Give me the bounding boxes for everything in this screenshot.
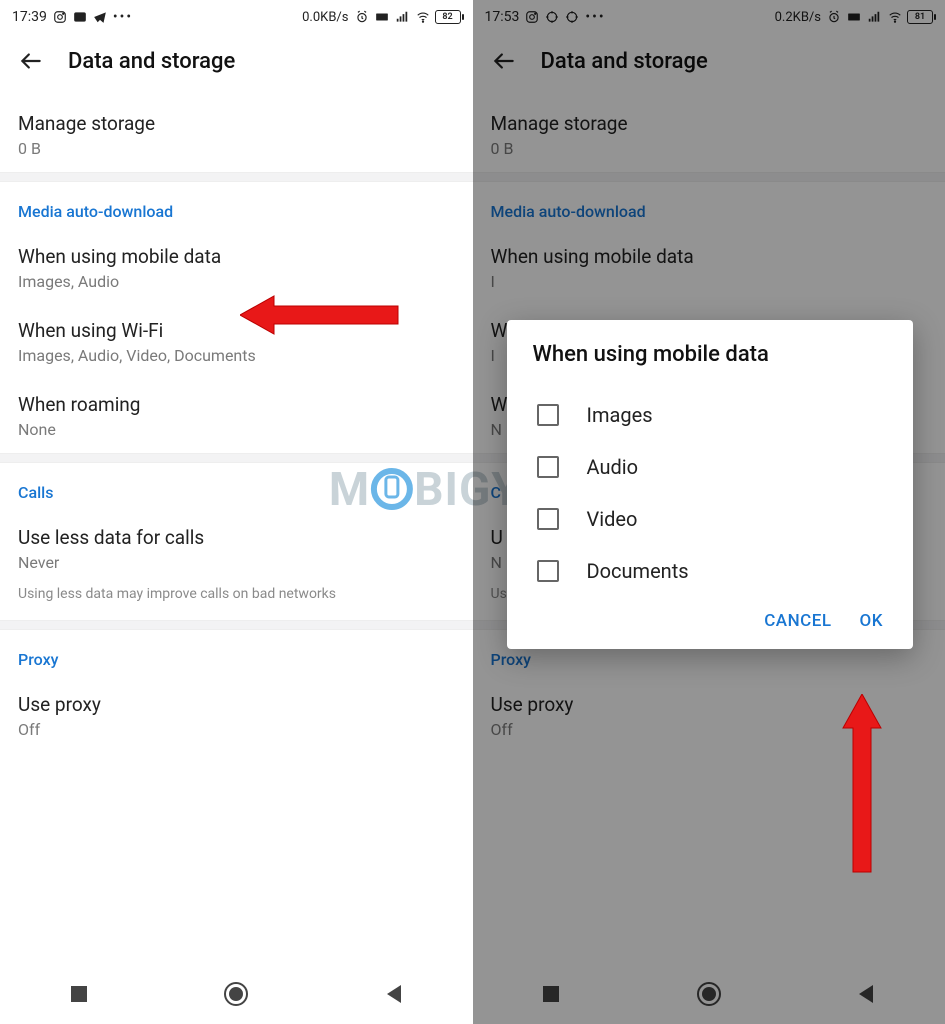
- row-manage-storage[interactable]: Manage storage 0 B: [473, 98, 945, 172]
- volte-icon: [847, 10, 861, 24]
- checkbox[interactable]: [537, 560, 559, 582]
- row-subtitle: None: [18, 420, 455, 439]
- phone-right: 17:53 ••• 0.2KB/s 81 Data and storage Ma…: [473, 0, 945, 1024]
- crosshair-icon: [545, 10, 559, 24]
- status-data: 0.2KB/s: [775, 10, 821, 25]
- nav-back-button[interactable]: [381, 981, 407, 1007]
- row-title: Use proxy: [18, 693, 455, 716]
- row-proxy[interactable]: Use proxy Off: [473, 679, 945, 753]
- wifi-icon: [415, 10, 429, 24]
- row-less-data[interactable]: Use less data for calls Never: [0, 512, 473, 586]
- row-mobile-data[interactable]: When using mobile data I: [473, 231, 945, 305]
- status-bar: 17:53 ••• 0.2KB/s 81: [473, 0, 945, 34]
- hint-text: Using less data may improve calls on bad…: [0, 586, 473, 620]
- dialog-option-video[interactable]: Video: [533, 493, 888, 545]
- more-icon: •••: [113, 9, 133, 25]
- row-title: When using Wi-Fi: [18, 319, 455, 342]
- signal-icon: [867, 10, 881, 24]
- nav-bar: [473, 964, 945, 1024]
- alarm-icon: [355, 10, 369, 24]
- dialog-option-images[interactable]: Images: [533, 389, 888, 441]
- section-calls: Calls: [0, 463, 473, 512]
- option-label: Documents: [587, 559, 689, 583]
- option-label: Audio: [587, 455, 639, 479]
- status-time: 17:53: [485, 9, 520, 25]
- row-proxy[interactable]: Use proxy Off: [0, 679, 473, 753]
- dialog-option-documents[interactable]: Documents: [533, 545, 888, 597]
- section-divider: [0, 172, 473, 182]
- row-subtitle: Off: [18, 720, 455, 739]
- nav-home-button[interactable]: [696, 981, 722, 1007]
- signal-icon: [395, 10, 409, 24]
- nav-recent-button[interactable]: [538, 981, 564, 1007]
- row-subtitle: Images, Audio: [18, 272, 455, 291]
- app-icon: [73, 10, 87, 24]
- phone-left: 17:39 ••• 0.0KB/s 82 Data and storage Ma…: [0, 0, 473, 1024]
- dialog-option-audio[interactable]: Audio: [533, 441, 888, 493]
- row-mobile-data[interactable]: When using mobile data Images, Audio: [0, 231, 473, 305]
- section-divider: [0, 620, 473, 630]
- instagram-icon: [525, 10, 539, 24]
- checkbox[interactable]: [537, 456, 559, 478]
- row-subtitle: Images, Audio, Video, Documents: [18, 346, 455, 365]
- alarm-icon: [827, 10, 841, 24]
- dialog-title: When using mobile data: [533, 342, 888, 367]
- checkbox[interactable]: [537, 404, 559, 426]
- option-label: Images: [587, 403, 653, 427]
- wifi-icon: [887, 10, 901, 24]
- battery-icon: 81: [907, 10, 933, 24]
- row-subtitle: Never: [18, 553, 455, 572]
- ok-button[interactable]: OK: [860, 611, 883, 631]
- app-header: Data and storage: [473, 34, 945, 98]
- nav-bar: [0, 964, 473, 1024]
- row-subtitle: 0 B: [491, 139, 928, 158]
- row-title: Manage storage: [18, 112, 455, 135]
- row-title: When using mobile data: [18, 245, 455, 268]
- row-title: Use less data for calls: [18, 526, 455, 549]
- status-time: 17:39: [12, 9, 47, 25]
- row-subtitle: Off: [491, 720, 928, 739]
- back-button[interactable]: [491, 48, 517, 74]
- checkbox[interactable]: [537, 508, 559, 530]
- app-header: Data and storage: [0, 34, 473, 98]
- row-title: When roaming: [18, 393, 455, 416]
- status-data: 0.0KB/s: [302, 10, 348, 25]
- section-divider: [0, 453, 473, 463]
- row-wifi[interactable]: When using Wi-Fi Images, Audio, Video, D…: [0, 305, 473, 379]
- page-title: Data and storage: [68, 49, 235, 74]
- section-media: Media auto-download: [473, 182, 945, 231]
- row-manage-storage[interactable]: Manage storage 0 B: [0, 98, 473, 172]
- nav-back-button[interactable]: [853, 981, 879, 1007]
- nav-home-button[interactable]: [223, 981, 249, 1007]
- back-button[interactable]: [18, 48, 44, 74]
- nav-recent-button[interactable]: [66, 981, 92, 1007]
- battery-icon: 82: [435, 10, 461, 24]
- more-icon: •••: [585, 9, 605, 25]
- volte-icon: [375, 10, 389, 24]
- telegram-icon: [93, 10, 107, 24]
- instagram-icon: [53, 10, 67, 24]
- section-divider: [473, 172, 945, 182]
- row-subtitle: 0 B: [18, 139, 455, 158]
- section-proxy: Proxy: [0, 630, 473, 679]
- crosshair-icon: [565, 10, 579, 24]
- row-title: When using mobile data: [491, 245, 928, 268]
- page-title: Data and storage: [541, 49, 708, 74]
- row-title: Manage storage: [491, 112, 928, 135]
- cancel-button[interactable]: CANCEL: [764, 611, 831, 631]
- row-roaming[interactable]: When roaming None: [0, 379, 473, 453]
- row-subtitle: I: [491, 272, 928, 291]
- row-title: Use proxy: [491, 693, 928, 716]
- section-media: Media auto-download: [0, 182, 473, 231]
- mobile-data-dialog: When using mobile data Images Audio Vide…: [507, 320, 914, 649]
- status-bar: 17:39 ••• 0.0KB/s 82: [0, 0, 473, 34]
- option-label: Video: [587, 507, 638, 531]
